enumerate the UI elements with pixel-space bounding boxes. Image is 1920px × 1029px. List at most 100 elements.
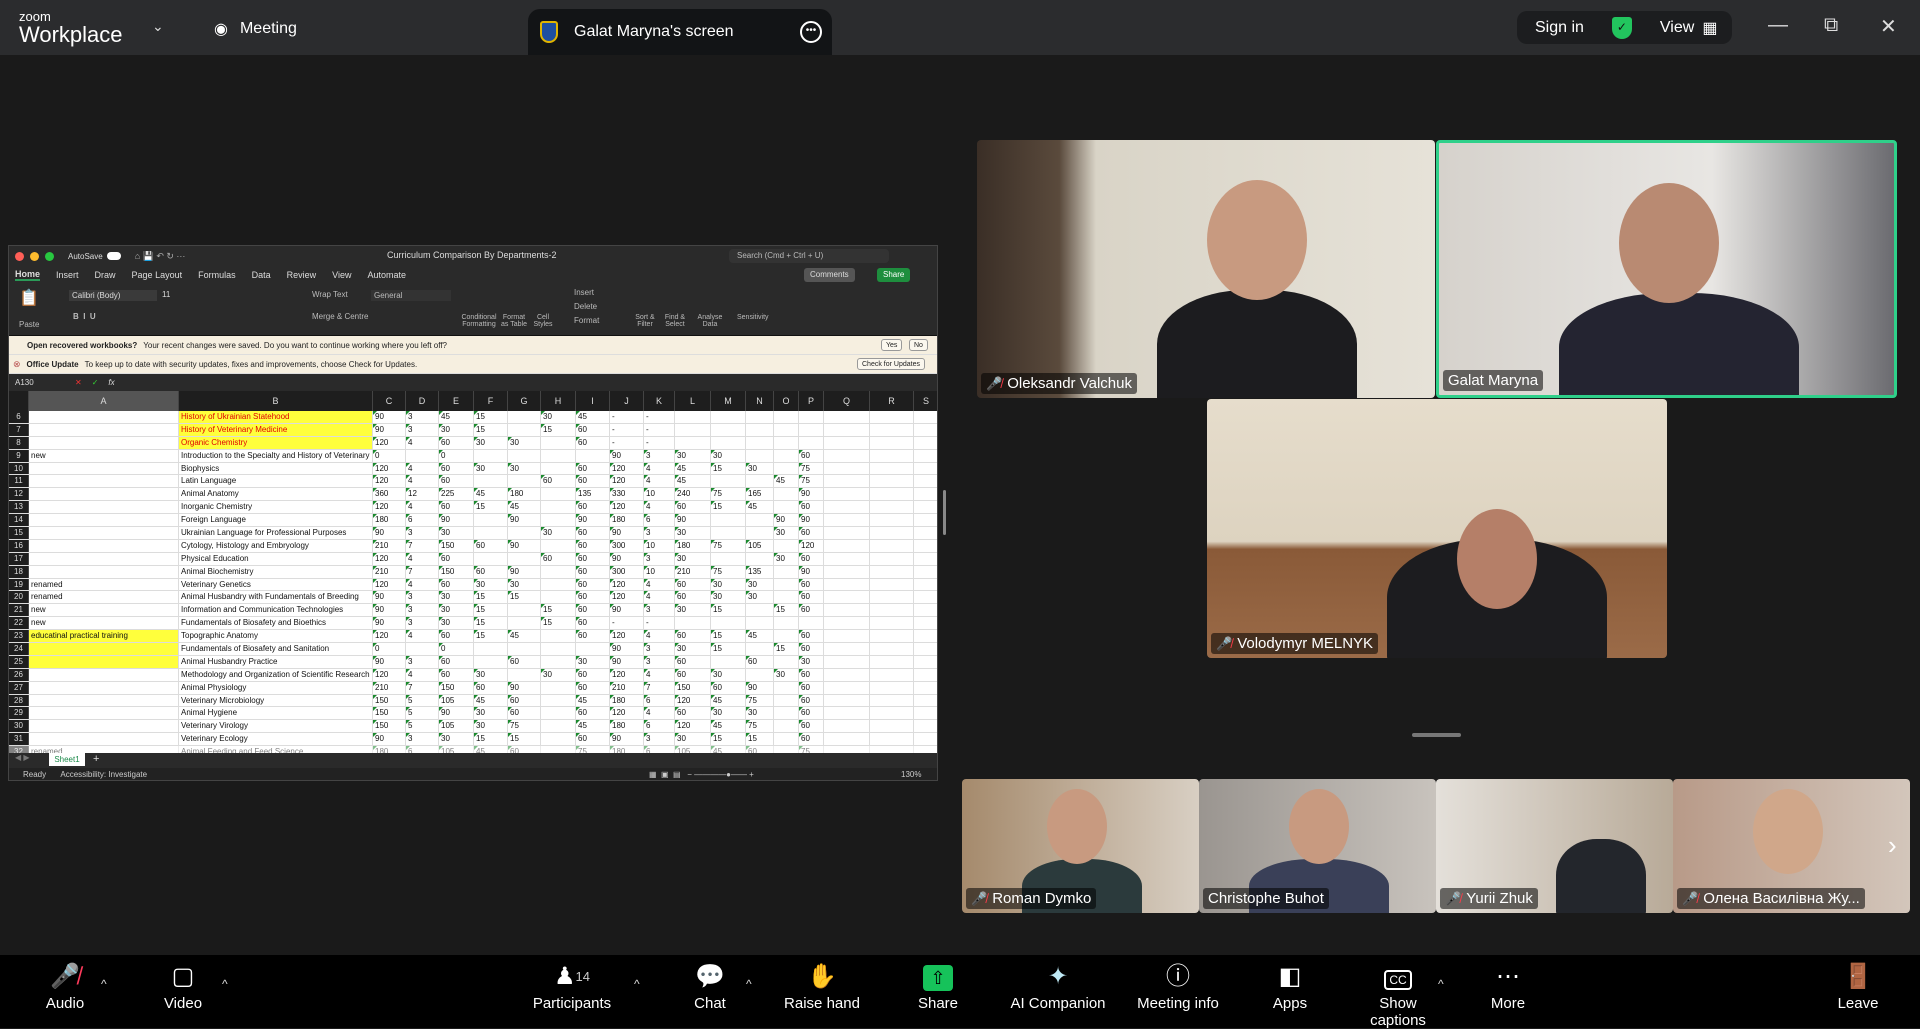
cell-value[interactable]: 60 xyxy=(576,527,610,539)
cell-value[interactable]: 60 xyxy=(675,707,711,720)
cell-value[interactable]: 60 xyxy=(439,578,474,591)
find-select-button[interactable]: Find & Select xyxy=(662,314,688,328)
cell-value[interactable]: 90 xyxy=(508,681,541,694)
cell-value[interactable]: 3 xyxy=(644,733,675,746)
next-page-chevron-icon[interactable]: › xyxy=(1888,830,1897,861)
cell-value[interactable]: 90 xyxy=(746,681,774,694)
cell-value[interactable]: 60 xyxy=(541,475,576,488)
cell-note[interactable] xyxy=(29,643,179,655)
cell-value[interactable]: 30 xyxy=(576,655,610,668)
cell-note[interactable] xyxy=(29,565,179,578)
recover-no-button[interactable]: No xyxy=(909,339,928,351)
cell-value[interactable] xyxy=(474,655,508,668)
cell-value[interactable]: 75 xyxy=(746,694,774,707)
cell-empty[interactable] xyxy=(870,436,914,449)
cell-subject[interactable]: Animal Biochemistry xyxy=(179,565,373,578)
cell-value[interactable] xyxy=(541,514,576,527)
cell-value[interactable]: 3 xyxy=(406,604,439,617)
cell-note[interactable] xyxy=(29,668,179,681)
apps-button[interactable]: ◧ Apps xyxy=(1272,955,1308,1012)
close-button[interactable]: ✕ xyxy=(1880,14,1897,39)
security-shield-icon[interactable]: ✓ xyxy=(1611,16,1632,39)
cell-value[interactable]: 210 xyxy=(610,681,644,694)
cell-value[interactable]: 7 xyxy=(406,681,439,694)
cell-value[interactable]: 3 xyxy=(644,552,675,565)
leave-button[interactable]: 🚪 Leave xyxy=(1836,955,1880,1012)
cell-empty[interactable] xyxy=(914,463,937,475)
cell-empty[interactable] xyxy=(824,565,870,578)
cell-note[interactable]: new xyxy=(29,617,179,630)
cell-value[interactable] xyxy=(541,681,576,694)
cell-value[interactable]: 3 xyxy=(406,733,439,746)
cell-value[interactable] xyxy=(774,707,799,720)
cell-value[interactable]: 90 xyxy=(610,527,644,539)
sensitivity-button[interactable]: Sensitivity xyxy=(737,314,769,321)
cell-value[interactable] xyxy=(576,643,610,655)
tab-data[interactable]: Data xyxy=(252,270,271,280)
cell-value[interactable]: 30 xyxy=(675,449,711,462)
cell-value[interactable] xyxy=(541,655,576,668)
cell-empty[interactable] xyxy=(824,591,870,604)
row-header[interactable]: 22 xyxy=(9,617,29,630)
cell-value[interactable]: 3 xyxy=(644,604,675,617)
cell-value[interactable]: 45 xyxy=(576,694,610,707)
tab-automate[interactable]: Automate xyxy=(368,270,407,280)
cell-value[interactable]: 120 xyxy=(610,462,644,475)
cell-value[interactable]: 75 xyxy=(799,462,824,475)
cell-value[interactable]: 60 xyxy=(508,707,541,720)
cell-value[interactable]: 90 xyxy=(373,591,406,604)
cell-value[interactable]: 30 xyxy=(746,591,774,604)
row-header[interactable]: 29 xyxy=(9,707,29,720)
column-header-M[interactable]: M xyxy=(711,391,746,411)
cell-value[interactable]: 60 xyxy=(675,501,711,514)
cell-value[interactable] xyxy=(474,449,508,462)
cell-value[interactable] xyxy=(774,720,799,733)
cell-value[interactable]: 90 xyxy=(799,488,824,501)
cell-note[interactable] xyxy=(29,501,179,514)
cell-value[interactable]: 120 xyxy=(373,578,406,591)
cell-value[interactable]: 45 xyxy=(746,630,774,643)
cell-value[interactable]: 90 xyxy=(508,539,541,552)
cell-empty[interactable] xyxy=(824,501,870,514)
cell-note[interactable] xyxy=(29,462,179,475)
cell-value[interactable]: - xyxy=(644,617,675,630)
cell-value[interactable]: 6 xyxy=(644,720,675,733)
cell-empty[interactable] xyxy=(914,553,937,565)
cell-value[interactable]: 30 xyxy=(439,733,474,746)
cell-value[interactable]: 60 xyxy=(439,475,474,488)
cell-value[interactable] xyxy=(746,604,774,617)
cell-empty[interactable] xyxy=(824,411,870,423)
cell-value[interactable] xyxy=(774,591,799,604)
cell-empty[interactable] xyxy=(914,669,937,681)
cell-value[interactable]: 15 xyxy=(541,617,576,630)
cell-value[interactable]: 45 xyxy=(576,720,610,733)
cell-value[interactable]: 30 xyxy=(439,527,474,539)
cell-value[interactable]: 45 xyxy=(711,694,746,707)
cell-value[interactable]: 210 xyxy=(373,681,406,694)
cell-value[interactable] xyxy=(711,436,746,449)
cell-empty[interactable] xyxy=(824,707,870,720)
cell-note[interactable]: renamed xyxy=(29,591,179,604)
cell-empty[interactable] xyxy=(870,539,914,552)
paste-button[interactable]: Paste xyxy=(19,320,39,329)
cell-subject[interactable]: Animal Anatomy xyxy=(179,488,373,501)
cell-value[interactable]: 4 xyxy=(644,707,675,720)
cell-subject[interactable]: Organic Chemistry xyxy=(179,436,373,449)
cell-value[interactable] xyxy=(774,436,799,449)
cell-empty[interactable] xyxy=(824,604,870,617)
cell-value[interactable]: 60 xyxy=(799,707,824,720)
cell-value[interactable]: 30 xyxy=(746,578,774,591)
tab-page-layout[interactable]: Page Layout xyxy=(132,270,183,280)
cell-value[interactable]: 120 xyxy=(799,539,824,552)
cell-value[interactable]: 60 xyxy=(576,617,610,630)
chat-options-caret[interactable]: ^ xyxy=(746,977,752,991)
cell-value[interactable]: - xyxy=(610,411,644,423)
cell-value[interactable] xyxy=(474,514,508,527)
cell-value[interactable] xyxy=(541,449,576,462)
cell-value[interactable]: 30 xyxy=(675,552,711,565)
cell-empty[interactable] xyxy=(870,411,914,423)
cell-value[interactable]: 60 xyxy=(799,449,824,462)
cell-value[interactable]: 15 xyxy=(711,462,746,475)
zoom-dot[interactable] xyxy=(45,251,54,261)
cell-value[interactable] xyxy=(474,475,508,488)
